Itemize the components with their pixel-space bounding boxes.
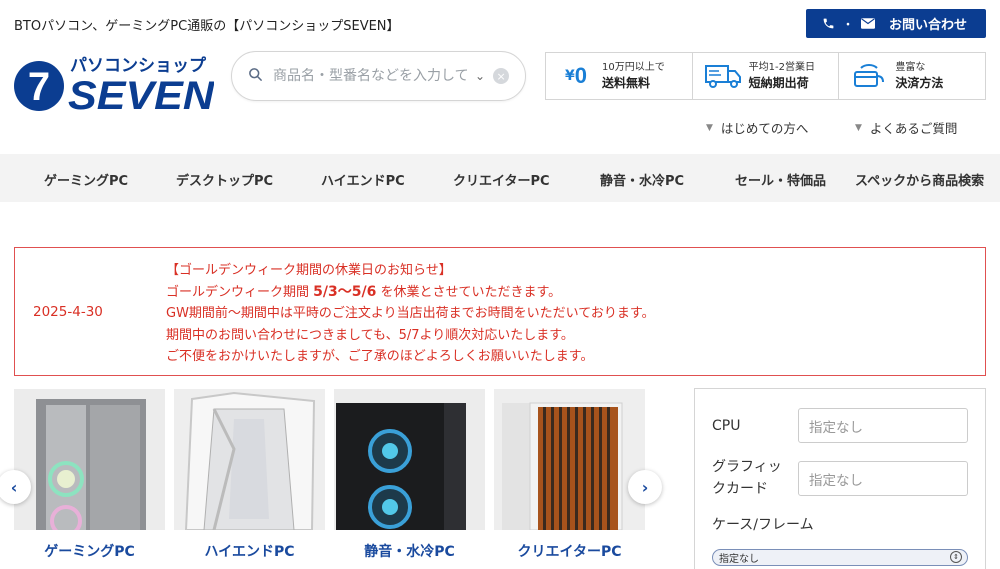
feature-big-text: 決済方法	[895, 75, 944, 90]
phone-icon	[822, 17, 835, 30]
feature-small-text: 10万円以上で	[602, 62, 665, 74]
nav-item-sale[interactable]: セール・特価品	[735, 170, 826, 189]
cpu-field[interactable]: 指定なし	[798, 408, 968, 443]
carousel-next-button[interactable]: ›	[628, 470, 662, 504]
contact-label: お問い合わせ	[889, 18, 968, 33]
case-select-value: 指定なし	[719, 554, 759, 565]
carousel-card-silent[interactable]	[334, 389, 485, 530]
logo-main-text: SEVEN	[68, 74, 214, 112]
yen-zero-icon: ¥0	[565, 63, 587, 88]
search-input[interactable]	[273, 68, 473, 84]
notice-line: GW期間前〜期間中は平時のご注文より当店出荷までお時間をいただいております。	[166, 306, 655, 321]
logo-top-text: パソコンショップ	[70, 55, 207, 76]
contact-button[interactable]: ・ お問い合わせ	[806, 9, 986, 38]
nav-item-silent-pc[interactable]: 静音・水冷PC	[600, 170, 684, 189]
carousel-label[interactable]: ゲーミングPC	[14, 541, 165, 561]
truck-icon	[701, 58, 745, 94]
card-hand-icon	[847, 58, 891, 94]
faq-link[interactable]: ▼ よくあるご質問	[855, 118, 957, 137]
chevron-down-icon[interactable]: ⌄	[475, 69, 485, 83]
pc-case-image	[14, 389, 165, 530]
nav-item-highend-pc[interactable]: ハイエンドPC	[321, 170, 405, 189]
carousel-label[interactable]: ハイエンドPC	[174, 541, 325, 561]
pc-case-image	[494, 389, 645, 530]
nav-item-gaming-pc[interactable]: ゲーミングPC	[44, 170, 128, 189]
main-nav: ゲーミングPC デスクトップPC ハイエンドPC クリエイターPC 静音・水冷P…	[0, 154, 1000, 202]
nav-item-creator-pc[interactable]: クリエイターPC	[453, 170, 550, 189]
search-icon[interactable]	[248, 67, 263, 86]
notice-line: 【ゴールデンウィーク期間の休業日のお知らせ】	[166, 263, 452, 278]
feature-free-shipping[interactable]: ¥0 10万円以上で 送料無料	[546, 53, 693, 99]
mail-icon	[861, 18, 875, 29]
feature-fast-shipping[interactable]: 平均1-2営業日 短納期出荷	[693, 53, 840, 99]
pc-case-image	[174, 389, 325, 530]
carousel-card-highend[interactable]	[174, 389, 325, 530]
first-time-label: はじめての方へ	[720, 121, 809, 136]
site-logo[interactable]: 7 パソコンショップ SEVEN	[14, 54, 215, 118]
select-chevron-icon: ⇕	[950, 551, 962, 563]
search-box[interactable]: ⌄ ×	[231, 51, 526, 101]
carousel-card-gaming[interactable]	[14, 389, 165, 530]
feature-payment[interactable]: 豊富な 決済方法	[839, 53, 985, 99]
site-tagline: BTOパソコン、ゲーミングPC通販の【パソコンショップSEVEN】	[14, 19, 400, 34]
spec-filter-panel: CPU 指定なし グラフィッ クカード 指定なし ケース/フレーム 指定なし ⇕	[694, 388, 986, 569]
nav-item-spec-search[interactable]: スペックから商品検索	[855, 170, 984, 189]
clear-icon[interactable]: ×	[493, 68, 510, 84]
logo-number: 7	[28, 65, 50, 109]
notice-line: ご不便をおかけいたしますが、ご了承のほどよろしくお願いいたします。	[166, 349, 594, 364]
notice-box: 2025-4-30 【ゴールデンウィーク期間の休業日のお知らせ】 ゴールデンウィ…	[14, 247, 986, 376]
carousel-label[interactable]: 静音・水冷PC	[334, 541, 485, 561]
cpu-label: CPU	[712, 418, 741, 434]
triangle-down-icon: ▼	[706, 122, 713, 133]
notice-line: 期間中のお問い合わせにつきましても、5/7より順次対応いたします。	[166, 327, 574, 343]
nav-item-desktop-pc[interactable]: デスクトップPC	[176, 170, 273, 189]
faq-label: よくあるご質問	[869, 121, 958, 136]
notice-line: ゴールデンウィーク期間 5/3〜5/6 を休業とさせていただきます。	[166, 283, 562, 300]
feature-small-text: 豊富な	[895, 62, 926, 74]
gpu-label-line1: グラフィッ	[712, 459, 782, 475]
contact-separator: ・	[843, 20, 853, 31]
pc-case-image	[334, 389, 485, 530]
notice-body: 【ゴールデンウィーク期間の休業日のお知らせ】 ゴールデンウィーク期間 5/3〜5…	[166, 260, 655, 368]
first-time-link[interactable]: ▼ はじめての方へ	[706, 118, 808, 137]
case-select[interactable]: 指定なし ⇕	[712, 549, 968, 566]
triangle-down-icon: ▼	[855, 122, 862, 133]
notice-date: 2025-4-30	[33, 304, 103, 320]
feature-big-text: 短納期出荷	[748, 75, 809, 90]
feature-small-text: 平均1-2営業日	[748, 62, 816, 74]
carousel-card-creator[interactable]	[494, 389, 645, 530]
gpu-field[interactable]: 指定なし	[798, 461, 968, 496]
gpu-label-line2: クカード	[712, 481, 768, 497]
feature-big-text: 送料無料	[602, 75, 651, 90]
feature-bar: ¥0 10万円以上で 送料無料 平均1-2営業日 短納期出荷 豊富な 決済方法	[545, 52, 986, 100]
carousel-label[interactable]: クリエイターPC	[494, 541, 645, 561]
case-label: ケース/フレーム	[712, 517, 814, 533]
